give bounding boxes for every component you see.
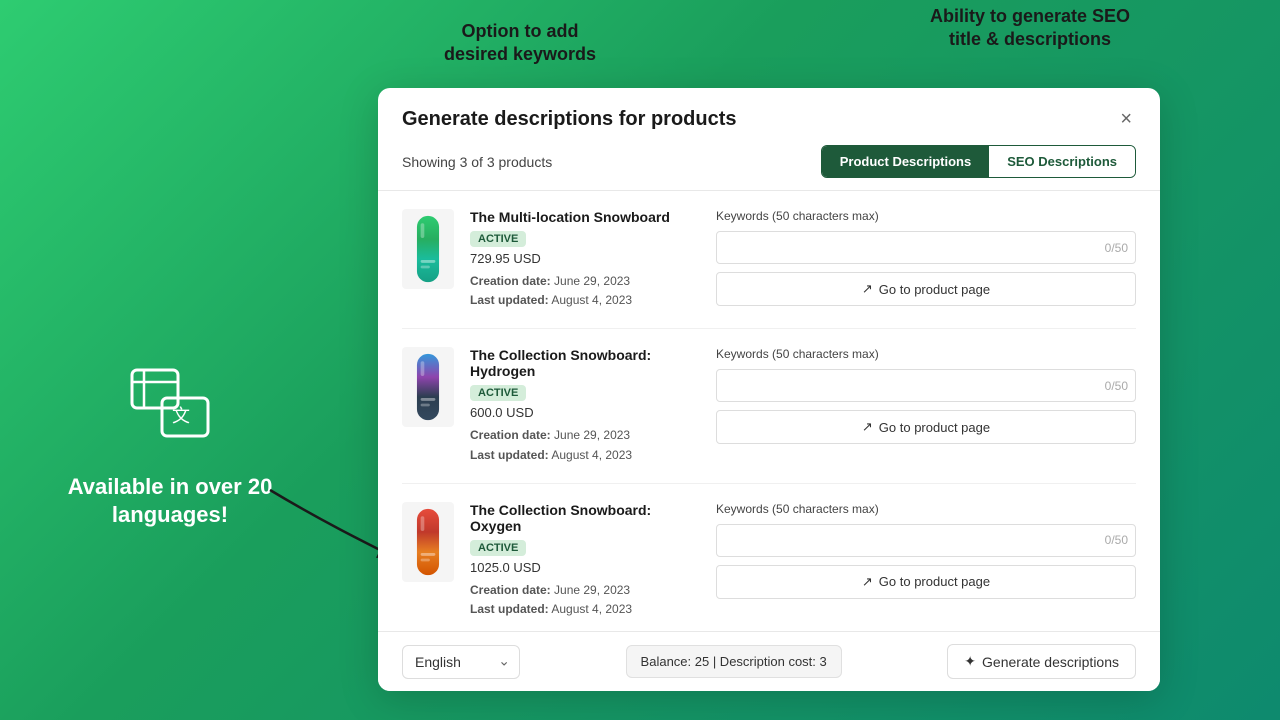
keywords-label: Keywords (50 characters max) [716,209,1136,223]
product-keywords: Keywords (50 characters max) 0/50 ↗ Go t… [716,347,1136,444]
modal-header: Generate descriptions for products × [378,88,1160,131]
product-row: The Multi-location Snowboard ACTIVE 729.… [402,191,1136,329]
keywords-input-wrap: 0/50 [716,231,1136,264]
product-meta: Creation date: June 29, 2023 Last update… [470,426,700,464]
goto-label: Go to product page [879,420,990,435]
product-name: The Collection Snowboard: Hydrogen [470,347,700,379]
modal-toolbar: Showing 3 of 3 products Product Descript… [378,131,1160,191]
product-keywords: Keywords (50 characters max) 0/50 ↗ Go t… [716,502,1136,599]
keywords-count: 0/50 [1105,241,1128,255]
showing-text: Showing 3 of 3 products [402,154,552,170]
product-info: The Multi-location Snowboard ACTIVE 729.… [470,209,700,310]
product-meta: Creation date: June 29, 2023 Last update… [470,272,700,310]
goto-product-button[interactable]: ↗ Go to product page [716,272,1136,306]
keywords-count: 0/50 [1105,379,1128,393]
balance-text: Balance: 25 | Description cost: 3 [626,645,842,678]
tab-seo-descriptions[interactable]: SEO Descriptions [989,146,1135,177]
generate-icon: ✦ [964,653,976,670]
product-info: The Collection Snowboard: Hydrogen ACTIV… [470,347,700,464]
product-info: The Collection Snowboard: Oxygen ACTIVE … [470,502,700,619]
close-button[interactable]: × [1116,108,1136,131]
goto-label: Go to product page [879,282,990,297]
product-price: 600.0 USD [470,405,700,420]
product-image [402,502,454,582]
keywords-input[interactable] [716,524,1136,557]
keywords-input[interactable] [716,369,1136,402]
modal-footer: EnglishFrenchSpanishGermanItalianPortugu… [378,631,1160,691]
product-price: 729.95 USD [470,251,700,266]
language-select[interactable]: EnglishFrenchSpanishGermanItalianPortugu… [402,645,520,679]
product-image [402,347,454,427]
product-keywords: Keywords (50 characters max) 0/50 ↗ Go t… [716,209,1136,306]
modal-title: Generate descriptions for products [402,108,737,131]
language-selector[interactable]: EnglishFrenchSpanishGermanItalianPortugu… [402,645,520,679]
generate-label: Generate descriptions [982,654,1119,670]
product-image [402,209,454,289]
keywords-count: 0/50 [1105,533,1128,547]
generate-button[interactable]: ✦ Generate descriptions [947,644,1136,679]
annotation-keywords: Option to add desired keywords [420,20,620,67]
translate-icon: 文 [130,368,210,450]
product-list: The Multi-location Snowboard ACTIVE 729.… [378,191,1160,631]
annotation-languages: Available in over 20 languages! [60,473,280,530]
keywords-input[interactable] [716,231,1136,264]
product-name: The Multi-location Snowboard [470,209,700,225]
external-link-icon: ↗ [862,419,873,435]
goto-product-button[interactable]: ↗ Go to product page [716,410,1136,444]
product-badge: ACTIVE [470,385,526,401]
product-badge: ACTIVE [470,540,526,556]
keywords-label: Keywords (50 characters max) [716,347,1136,361]
svg-text:文: 文 [172,406,190,426]
modal: Generate descriptions for products × Sho… [378,88,1160,691]
product-row: The Collection Snowboard: Hydrogen ACTIV… [402,329,1136,483]
external-link-icon: ↗ [862,281,873,297]
product-name: The Collection Snowboard: Oxygen [470,502,700,534]
keywords-input-wrap: 0/50 [716,369,1136,402]
external-link-icon: ↗ [862,574,873,590]
product-row: The Collection Snowboard: Oxygen ACTIVE … [402,484,1136,631]
product-meta: Creation date: June 29, 2023 Last update… [470,581,700,619]
tab-group: Product Descriptions SEO Descriptions [821,145,1136,178]
keywords-label: Keywords (50 characters max) [716,502,1136,516]
keywords-input-wrap: 0/50 [716,524,1136,557]
goto-label: Go to product page [879,574,990,589]
annotation-seo: Ability to generate SEO title & descript… [890,5,1170,52]
product-badge: ACTIVE [470,231,526,247]
tab-product-descriptions[interactable]: Product Descriptions [822,146,989,177]
goto-product-button[interactable]: ↗ Go to product page [716,565,1136,599]
product-price: 1025.0 USD [470,560,700,575]
